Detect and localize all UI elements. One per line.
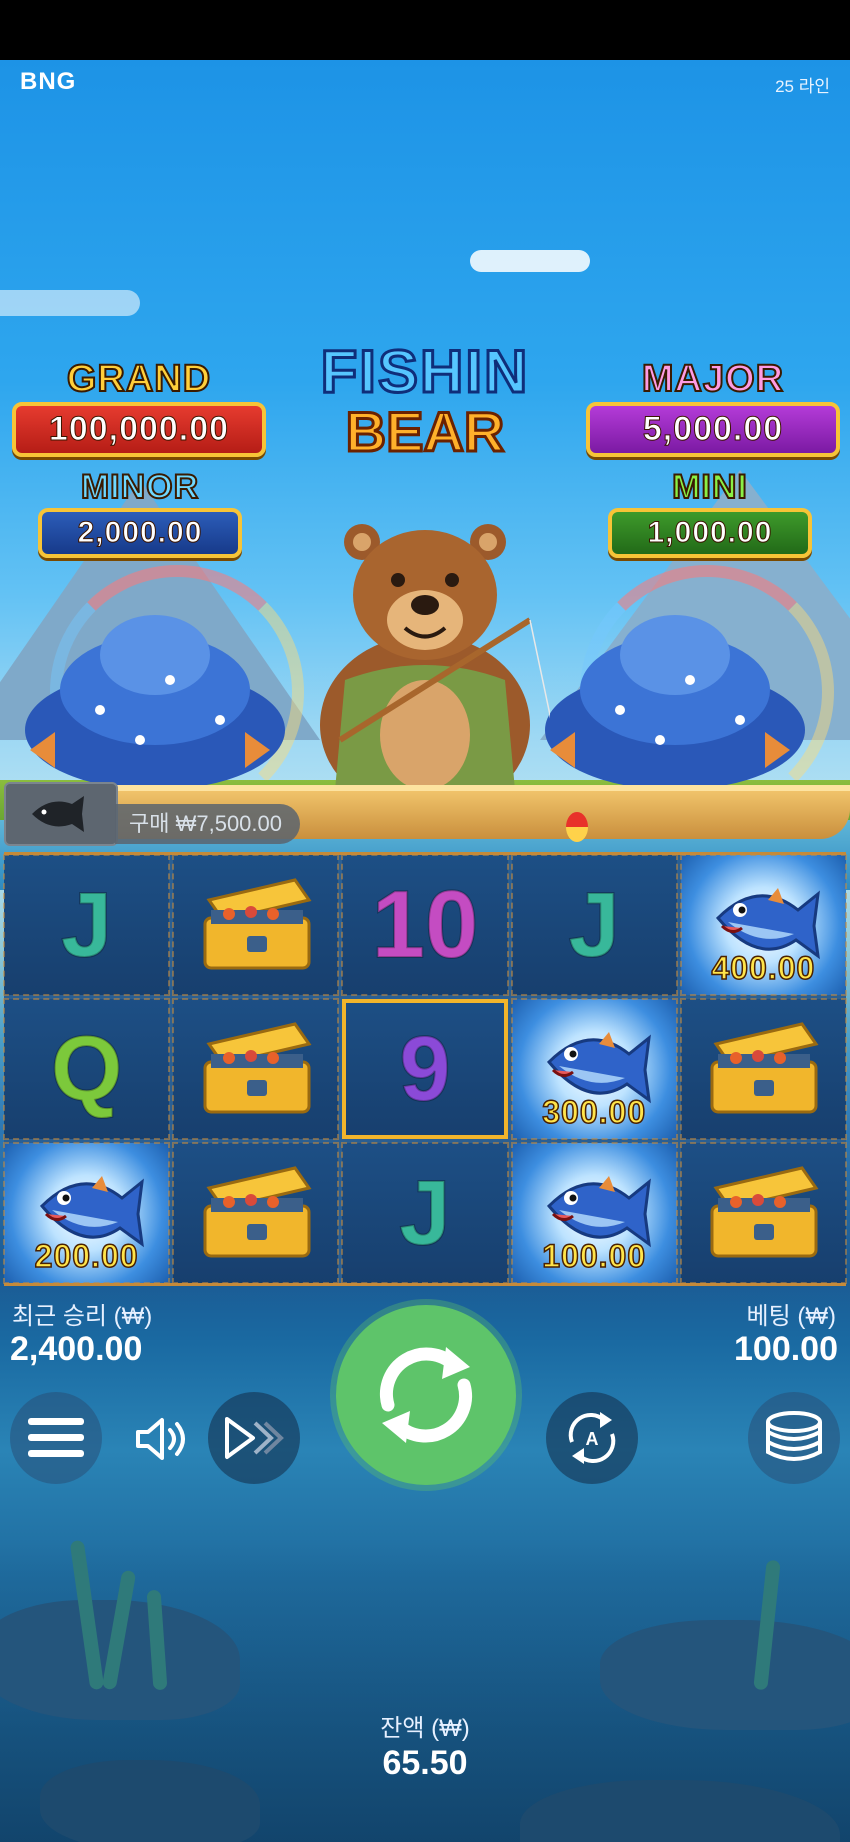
status-bar (0, 0, 850, 60)
fish-cash-value: 100.00 (541, 1237, 647, 1275)
fish-pile-right (540, 600, 810, 790)
sound-button[interactable] (130, 1408, 192, 1470)
reel-cell: 100.00 (510, 1142, 678, 1284)
symbol-9: 9 (398, 1018, 451, 1120)
jackpot-mini-label: MINI (671, 468, 748, 506)
logo-line2: BEAR (344, 400, 506, 463)
symbol-j: J (568, 874, 621, 976)
jackpot-mini-value: 1,000.00 (608, 508, 812, 558)
brand-logo: BNG (20, 68, 77, 95)
logo-line1: FISHIN (319, 338, 530, 405)
autoplay-button[interactable]: A (546, 1392, 638, 1484)
buy-feature-price[interactable]: 구매 ₩7,500.00 (115, 804, 300, 844)
symbol-j: J (60, 874, 113, 976)
fast-forward-icon (225, 1417, 284, 1459)
bear-character (300, 510, 571, 815)
reel-cell: 300.00 (510, 998, 678, 1140)
jackpot-grand-label: GRAND (66, 358, 212, 400)
buy-feature-button[interactable] (4, 782, 118, 846)
bet-label: 베팅 (₩) (746, 1303, 836, 1330)
cloud (470, 250, 590, 272)
balance-label: 잔액 (₩) (380, 1715, 470, 1742)
autoplay-icon: A (568, 1412, 616, 1464)
jackpot-major-value: 5,000.00 (586, 402, 840, 457)
cloud (0, 290, 140, 316)
reel-cell: Q (2, 998, 171, 1140)
last-win-value: 2,400.00 (10, 1330, 143, 1368)
reel-cell (172, 998, 340, 1140)
tackle-box-icon (710, 1166, 819, 1258)
reel-cell: J (341, 1142, 509, 1284)
spin-button[interactable] (336, 1305, 516, 1485)
turbo-button[interactable] (208, 1392, 300, 1484)
jackpot-mini: MINI 1,000.00 (608, 468, 812, 558)
jackpot-minor-value: 2,000.00 (38, 508, 242, 558)
fish-cash-value: 400.00 (711, 949, 816, 987)
jackpot-major-label: MAJOR (641, 358, 785, 400)
jackpot-major: MAJOR 5,000.00 (586, 358, 840, 457)
svg-text:A: A (586, 1429, 599, 1449)
tackle-box-icon (203, 1022, 312, 1114)
reel-cell: 10 (341, 854, 509, 996)
spin-icon (379, 1347, 473, 1443)
fish-cash-value: 200.00 (34, 1237, 139, 1275)
reel-cell: 9 (342, 999, 508, 1139)
bet-settings-button[interactable] (748, 1392, 840, 1484)
bet-value: 100.00 (734, 1330, 838, 1368)
symbol-10: 10 (371, 871, 480, 978)
reel-cell: J (510, 854, 678, 996)
reel-cell (172, 1142, 340, 1284)
fish-icon (32, 796, 84, 832)
menu-icon (28, 1418, 84, 1457)
reel-cell: 400.00 (679, 854, 847, 996)
tackle-box-icon (203, 1166, 312, 1258)
tackle-box-icon (710, 1022, 819, 1114)
speaker-icon (136, 1418, 185, 1460)
fish-pile-left (20, 600, 290, 790)
paylines-count: 25 라인 (775, 77, 830, 96)
reel-cell: J (2, 854, 171, 996)
symbol-j: J (398, 1162, 451, 1264)
menu-button[interactable] (10, 1392, 102, 1484)
game-logo: FISHIN BEAR (275, 338, 575, 463)
tackle-box-icon (203, 878, 312, 970)
reel-cell (679, 1142, 847, 1284)
reel-cell (172, 854, 340, 996)
jackpot-minor: MINOR 2,000.00 (38, 468, 242, 558)
jackpot-grand: GRAND 100,000.00 (12, 358, 266, 457)
balance-value: 65.50 (382, 1744, 468, 1782)
last-win-label: 최근 승리 (₩) (12, 1303, 153, 1330)
reel-cell (679, 998, 847, 1140)
symbol-q: Q (50, 1018, 124, 1120)
fishing-bobber (566, 812, 588, 842)
coin-stack-icon (766, 1411, 822, 1461)
jackpot-grand-value: 100,000.00 (12, 402, 266, 457)
reel-grid: J 10 J 400.00 Q 9 300.00 200.00 J 100.00 (2, 852, 847, 1286)
jackpot-minor-label: MINOR (80, 468, 200, 506)
reel-cell: 200.00 (2, 1142, 171, 1284)
fish-cash-value: 300.00 (541, 1093, 647, 1131)
